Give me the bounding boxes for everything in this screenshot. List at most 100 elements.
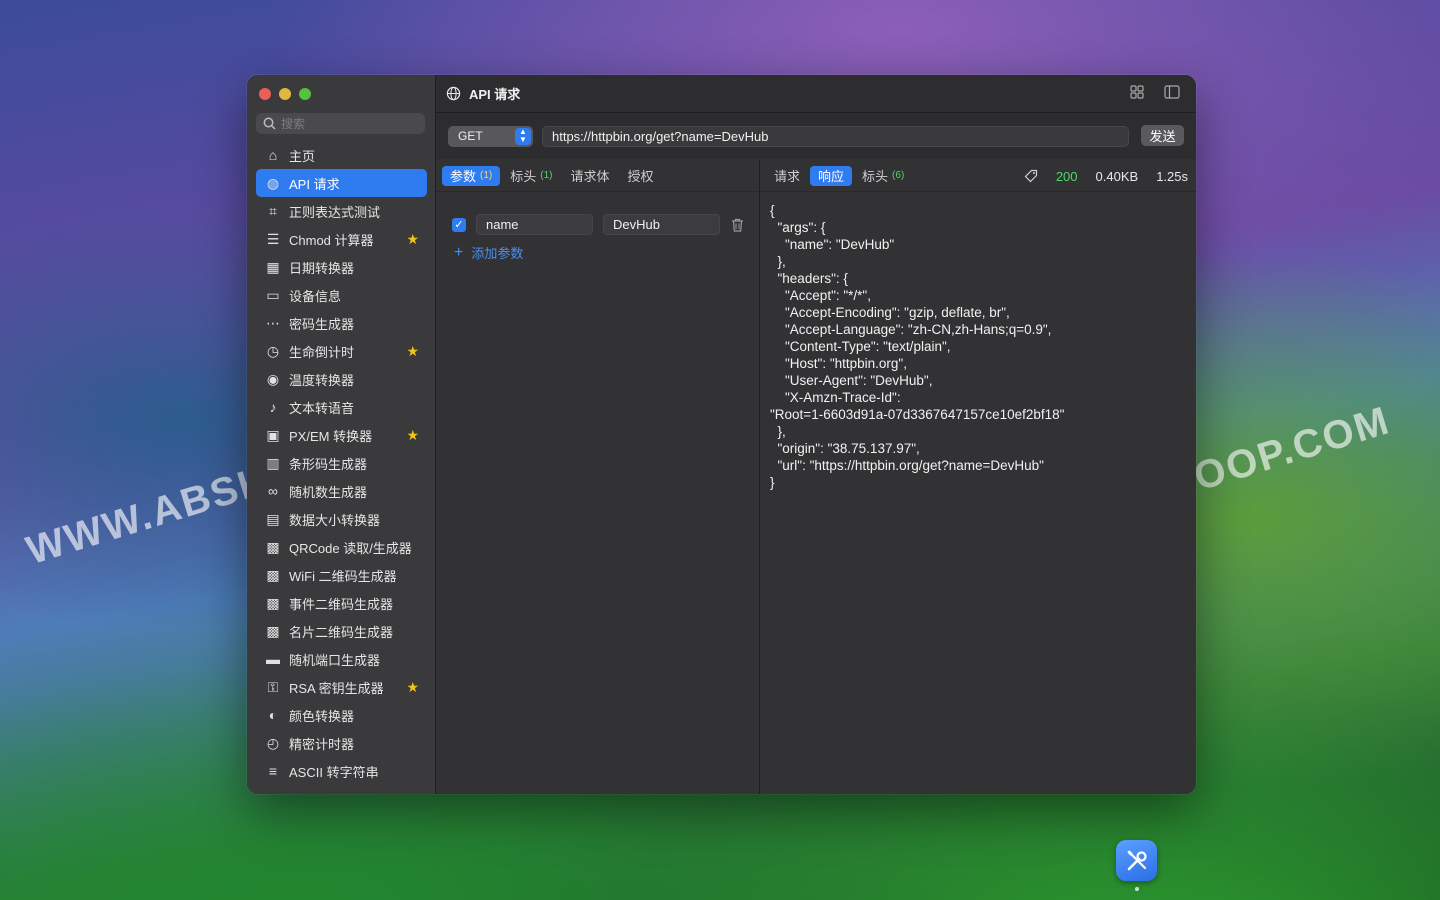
tag-icon[interactable] [1024,169,1038,183]
text-icon: ≡ [268,763,278,779]
sidebar-item[interactable]: ⌗ 正则表达式测试 [256,197,427,225]
sidebar-item-label: 设备信息 [289,288,342,304]
router-icon: ▬ [266,651,280,667]
sidebar-item[interactable]: ▩ 名片二维码生成器 [256,617,427,645]
regex-icon: ⌗ [269,202,277,219]
sidebar-item-label: 密码生成器 [289,316,355,332]
request-tab[interactable]: 标头 (1) [502,166,560,186]
zoom-window-button[interactable] [299,88,311,100]
method-select[interactable]: GET ▲ ▼ [448,125,533,147]
request-tab-label: 请求体 [570,169,610,184]
search-input[interactable] [281,116,411,131]
param-row: ✓ [452,214,744,235]
sidebar-item[interactable]: ≡ ASCII 转字符串 [256,757,427,785]
globe-icon: ◍ [266,174,280,191]
request-tab[interactable]: 授权 [620,166,662,186]
response-tab-label: 请求 [774,169,801,184]
sidebar-item-label: ASCII 转字符串 [289,764,379,780]
sidebar-item[interactable]: ⚿ RSA 密钥生成器 ★ [256,673,427,701]
request-tab[interactable]: 参数 (1) [442,165,501,186]
sidebar-item-label: RSA 密钥生成器 [289,680,384,696]
sidebar-item[interactable]: ⌂ 主页 [256,141,427,169]
sidebar-item-label: 数据大小转换器 [289,512,381,528]
sidebar-item[interactable]: ∞ 随机数生成器 [256,477,427,505]
sidebar-item[interactable]: ▭ 设备信息 [256,281,427,309]
sidebar: ⌂ 主页 ◍ API 请求 ⌗ 正则表达式测试 ☰ Chmod 计算器 ★ ▦ 日期转换器 ▭ 设备信息… [247,75,436,794]
request-tab[interactable]: 请求体 [563,166,618,186]
chevron-updown-icon: ▲ ▼ [515,127,531,145]
sidebar-item-label: API 请求 [289,176,340,192]
page-title: API 请求 [469,87,521,102]
devhub-dock-icon[interactable] [1116,840,1157,881]
favorite-star-icon[interactable]: ★ [406,427,419,444]
sidebar-item-label: 温度转换器 [289,372,355,388]
sidebar-item-label: WiFi 二维码生成器 [289,568,397,584]
infinity-icon: ∞ [268,483,278,499]
param-value-field[interactable] [603,214,720,235]
sidebar-toggle-icon[interactable] [1164,85,1180,99]
sidebar-item[interactable]: ◴ 精密计时器 [256,729,427,757]
sidebar-item[interactable]: ▤ 数据大小转换器 [256,505,427,533]
grid-view-icon[interactable] [1130,85,1144,99]
window-controls [259,88,311,100]
response-body: { "args": { "name": "DevHub" }, "headers… [770,203,1065,490]
sidebar-item-label: 文本转语音 [289,400,355,416]
sidebar-item[interactable]: ▥ 条形码生成器 [256,449,427,477]
response-stats: 200 0.40KB 1.25s [1024,160,1188,192]
favorite-star-icon[interactable]: ★ [406,679,419,696]
request-tab-label: 参数 [450,169,477,184]
sidebar-item-label: 颜色转换器 [289,708,355,724]
sidebar-item-label: 正则表达式测试 [289,204,381,220]
sidebar-item[interactable]: ▦ 日期转换器 [256,253,427,281]
home-icon: ⌂ [268,147,278,163]
sidebar-item-label: 日期转换器 [289,260,355,276]
sidebar-item[interactable]: ▩ 事件二维码生成器 [256,589,427,617]
request-tabs: 参数 (1) 标头 (1) 请求体 授权 [436,160,759,192]
sidebar-search[interactable] [256,113,425,134]
method-value: GET [458,129,483,143]
sidebar-item[interactable]: ⋯ 密码生成器 [256,309,427,337]
main-content: API 请求 GET ▲▼ 发送 参数(1)标头(1) 请求体 授权 ✓ [436,75,1196,794]
sidebar-item-label: 随机数生成器 [289,484,368,500]
sidebar-item[interactable]: ▩ WiFi 二维码生成器 [256,561,427,589]
sidebar-item[interactable]: ◷ 生命倒计时 ★ [256,337,427,365]
titlebar: API 请求 [436,75,1196,113]
sidebar-item[interactable]: ◍ API 请求 [256,169,427,197]
minimize-window-button[interactable] [279,88,291,100]
add-param-label: 添加参数 [471,246,524,261]
sidebar-item[interactable]: ▣ PX/EM 转换器 ★ [256,421,427,449]
param-key-field[interactable] [476,214,593,235]
sidebar-item[interactable]: ▩ QRCode 读取/生成器 [256,533,427,561]
response-size: 0.40KB [1095,168,1139,184]
sidebar-item[interactable]: ◉ 温度转换器 [256,365,427,393]
response-tab[interactable]: 响应 [810,165,853,186]
qrcode-icon: ▩ [266,566,280,583]
sidebar-item-label: PX/EM 转换器 [289,428,373,444]
trash-icon[interactable] [731,218,744,232]
plus-icon: + [454,243,464,261]
app-window: ⌂ 主页 ◍ API 请求 ⌗ 正则表达式测试 ☰ Chmod 计算器 ★ ▦ 日期转换器 ▭ 设备信息… [247,75,1196,794]
sidebar-item-label: QRCode 读取/生成器 [289,540,412,556]
request-tab-label: 授权 [627,169,654,184]
sidebar-item[interactable]: ▬ 随机端口生成器 [256,645,427,673]
response-pane: 请求 响应 标头 (6) 200 0.40KB 1.25s { "args": { "… [760,160,1196,794]
sidebar-item[interactable]: ☰ Chmod 计算器 ★ [256,225,427,253]
param-enabled-checkbox[interactable]: ✓ [452,217,466,232]
url-input[interactable] [542,125,1129,147]
add-param-button[interactable]: + 添加参数 [454,243,523,262]
sidebar-item[interactable]: ◐ 颜色转换器 [256,701,427,729]
sidebar-item-label: 条形码生成器 [289,456,368,472]
favorite-star-icon[interactable]: ★ [406,343,419,360]
close-window-button[interactable] [259,88,271,100]
response-tab-count: (6) [892,170,905,181]
response-tab-label: 标头 [862,169,889,184]
response-tab[interactable]: 请求 [766,166,808,186]
send-button[interactable]: 发送 [1141,125,1184,146]
sidebar-item[interactable]: ♪ 文本转语音 [256,393,427,421]
password-icon: ⋯ [266,314,280,331]
response-time: 1.25s [1156,168,1188,184]
qrcode-icon: ▩ [266,594,280,611]
response-tab[interactable]: 标头 (6) [854,166,912,186]
favorite-star-icon[interactable]: ★ [406,231,419,248]
key-icon: ⚿ [267,678,279,695]
